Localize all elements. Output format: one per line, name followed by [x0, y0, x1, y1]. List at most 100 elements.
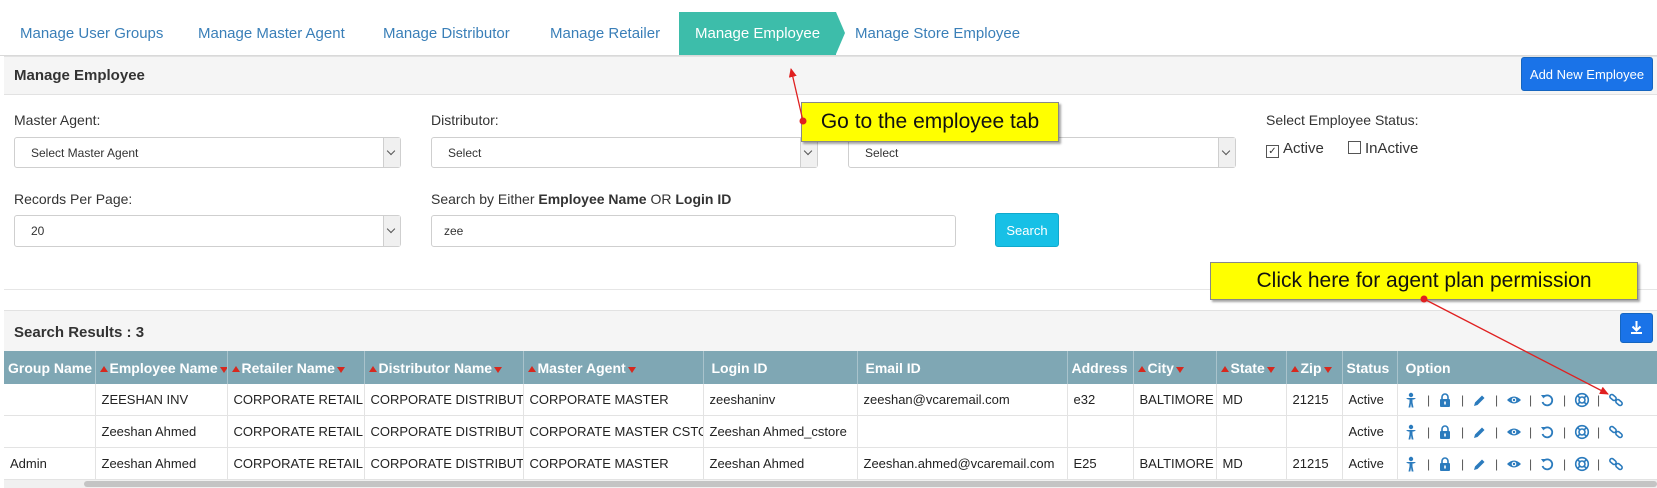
cell-email-id: zeeshan@vcaremail.com [857, 384, 1068, 416]
checkbox-empty-icon [1348, 141, 1361, 154]
col-status: Status [1342, 351, 1398, 384]
records-per-page-label: Records Per Page: [14, 191, 133, 207]
lifebuoy-icon[interactable] [1574, 392, 1590, 408]
search-label: Search by Either Employee Name OR Login … [431, 191, 732, 207]
col-distributor-name[interactable]: Distributor Name [364, 351, 524, 384]
cell-retailer-name: CORPORATE RETAILER [227, 447, 365, 480]
search-button[interactable]: Search [995, 213, 1059, 247]
edit-icon[interactable] [1472, 456, 1488, 472]
distributor-select[interactable]: Select [431, 137, 818, 168]
tab-manage-employee[interactable]: Manage Employee [679, 12, 846, 55]
tab-manage-master-agent[interactable]: Manage Master Agent [198, 12, 345, 55]
master-agent-label: Master Agent: [14, 112, 101, 128]
search-input[interactable] [432, 216, 955, 246]
cell-option: | | | | | | [1397, 384, 1657, 416]
person-icon[interactable] [1404, 456, 1420, 472]
edit-icon[interactable] [1472, 392, 1488, 408]
callout-employee-tab: Go to the employee tab [801, 102, 1059, 142]
col-city[interactable]: City [1133, 351, 1217, 384]
reset-icon[interactable] [1540, 392, 1556, 408]
results-table: Group Name Employee Name Retailer Name D… [4, 351, 1657, 480]
eye-icon[interactable] [1506, 392, 1522, 408]
master-agent-select[interactable]: Select Master Agent [14, 137, 401, 168]
cell-employee-name: Zeeshan Ahmed [95, 415, 228, 448]
results-title: Search Results : 3 [14, 324, 145, 341]
lock-icon[interactable] [1438, 392, 1454, 408]
cell-retailer-name: CORPORATE RETAILER [227, 415, 365, 448]
records-per-page-select[interactable]: 20 [14, 215, 401, 247]
horizontal-scrollbar[interactable] [4, 480, 1657, 488]
table-row: ZEESHAN INVCORPORATE RETAILERCORPORATE D… [4, 384, 1657, 416]
col-retailer-name[interactable]: Retailer Name [227, 351, 365, 384]
cell-distributor-name: CORPORATE DISTRIBUTER [364, 384, 524, 416]
chevron-down-icon [383, 138, 400, 167]
col-zip[interactable]: Zip [1286, 351, 1343, 384]
tab-bar: Manage User Groups Manage Master Agent M… [0, 12, 1657, 56]
tab-manage-user-groups[interactable]: Manage User Groups [20, 12, 163, 55]
cell-status: Active [1342, 447, 1398, 480]
chevron-down-icon [383, 216, 400, 246]
separator: | [1494, 424, 1499, 439]
separator: | [1460, 392, 1465, 407]
status-active-checkbox[interactable]: ✓ Active [1266, 140, 1324, 158]
link-icon[interactable] [1608, 392, 1624, 408]
separator: | [1562, 392, 1567, 407]
cell-option: | | | | | | [1397, 415, 1657, 448]
lifebuoy-icon[interactable] [1574, 424, 1590, 440]
link-icon[interactable] [1608, 424, 1624, 440]
lock-icon[interactable] [1438, 456, 1454, 472]
col-login-id: Login ID [703, 351, 858, 384]
cell-group-name [4, 415, 96, 448]
cell-email-id: Zeeshan.ahmed@vcaremail.com [857, 447, 1068, 480]
cell-employee-name: Zeeshan Ahmed [95, 447, 228, 480]
col-group-name[interactable]: Group Name [4, 351, 96, 384]
download-button[interactable] [1620, 313, 1653, 343]
status-inactive-checkbox[interactable]: InActive [1348, 140, 1418, 157]
separator: | [1426, 424, 1431, 439]
cell-employee-name: ZEESHAN INV [95, 384, 228, 416]
eye-icon[interactable] [1506, 456, 1522, 472]
table-row: AdminZeeshan AhmedCORPORATE RETAILERCORP… [4, 447, 1657, 480]
cell-login-id: zeeshaninv [703, 384, 858, 416]
separator: | [1528, 424, 1533, 439]
cell-status: Active [1342, 415, 1398, 448]
reset-icon[interactable] [1540, 456, 1556, 472]
separator: | [1494, 392, 1499, 407]
col-email-id: Email ID [857, 351, 1068, 384]
col-state[interactable]: State [1216, 351, 1287, 384]
col-option: Option [1397, 351, 1657, 384]
link-icon[interactable] [1608, 456, 1624, 472]
tab-manage-distributor[interactable]: Manage Distributor [383, 12, 510, 55]
cell-distributor-name: CORPORATE DISTRIBUTER [364, 447, 524, 480]
separator: | [1460, 424, 1465, 439]
cell-address: E25 [1067, 447, 1134, 480]
cell-state: MD [1216, 384, 1287, 416]
cell-city [1133, 415, 1217, 448]
cell-option: | | | | | | [1397, 447, 1657, 480]
cell-master-agent: CORPORATE MASTER CSTORE [523, 415, 704, 448]
person-icon[interactable] [1404, 392, 1420, 408]
cell-zip: 21215 [1286, 447, 1343, 480]
col-address: Address [1067, 351, 1134, 384]
cell-state [1216, 415, 1287, 448]
reset-icon[interactable] [1540, 424, 1556, 440]
col-employee-name[interactable]: Employee Name [95, 351, 228, 384]
separator: | [1528, 456, 1533, 471]
separator: | [1596, 456, 1601, 471]
add-new-employee-button[interactable]: Add New Employee [1521, 57, 1653, 91]
tab-manage-retailer[interactable]: Manage Retailer [550, 12, 660, 55]
chevron-down-icon [800, 138, 817, 167]
person-icon[interactable] [1404, 424, 1420, 440]
scrollbar-thumb[interactable] [84, 481, 1657, 487]
edit-icon[interactable] [1472, 424, 1488, 440]
lifebuoy-icon[interactable] [1574, 456, 1590, 472]
cell-address [1067, 415, 1134, 448]
lock-icon[interactable] [1438, 424, 1454, 440]
eye-icon[interactable] [1506, 424, 1522, 440]
cell-state: MD [1216, 447, 1287, 480]
col-master-agent[interactable]: Master Agent [523, 351, 704, 384]
tab-manage-store-employee[interactable]: Manage Store Employee [855, 12, 1020, 55]
cell-group-name: Admin [4, 447, 96, 480]
callout-agent-plan: Click here for agent plan permission [1210, 262, 1638, 300]
employee-status-label: Select Employee Status: [1266, 112, 1419, 128]
